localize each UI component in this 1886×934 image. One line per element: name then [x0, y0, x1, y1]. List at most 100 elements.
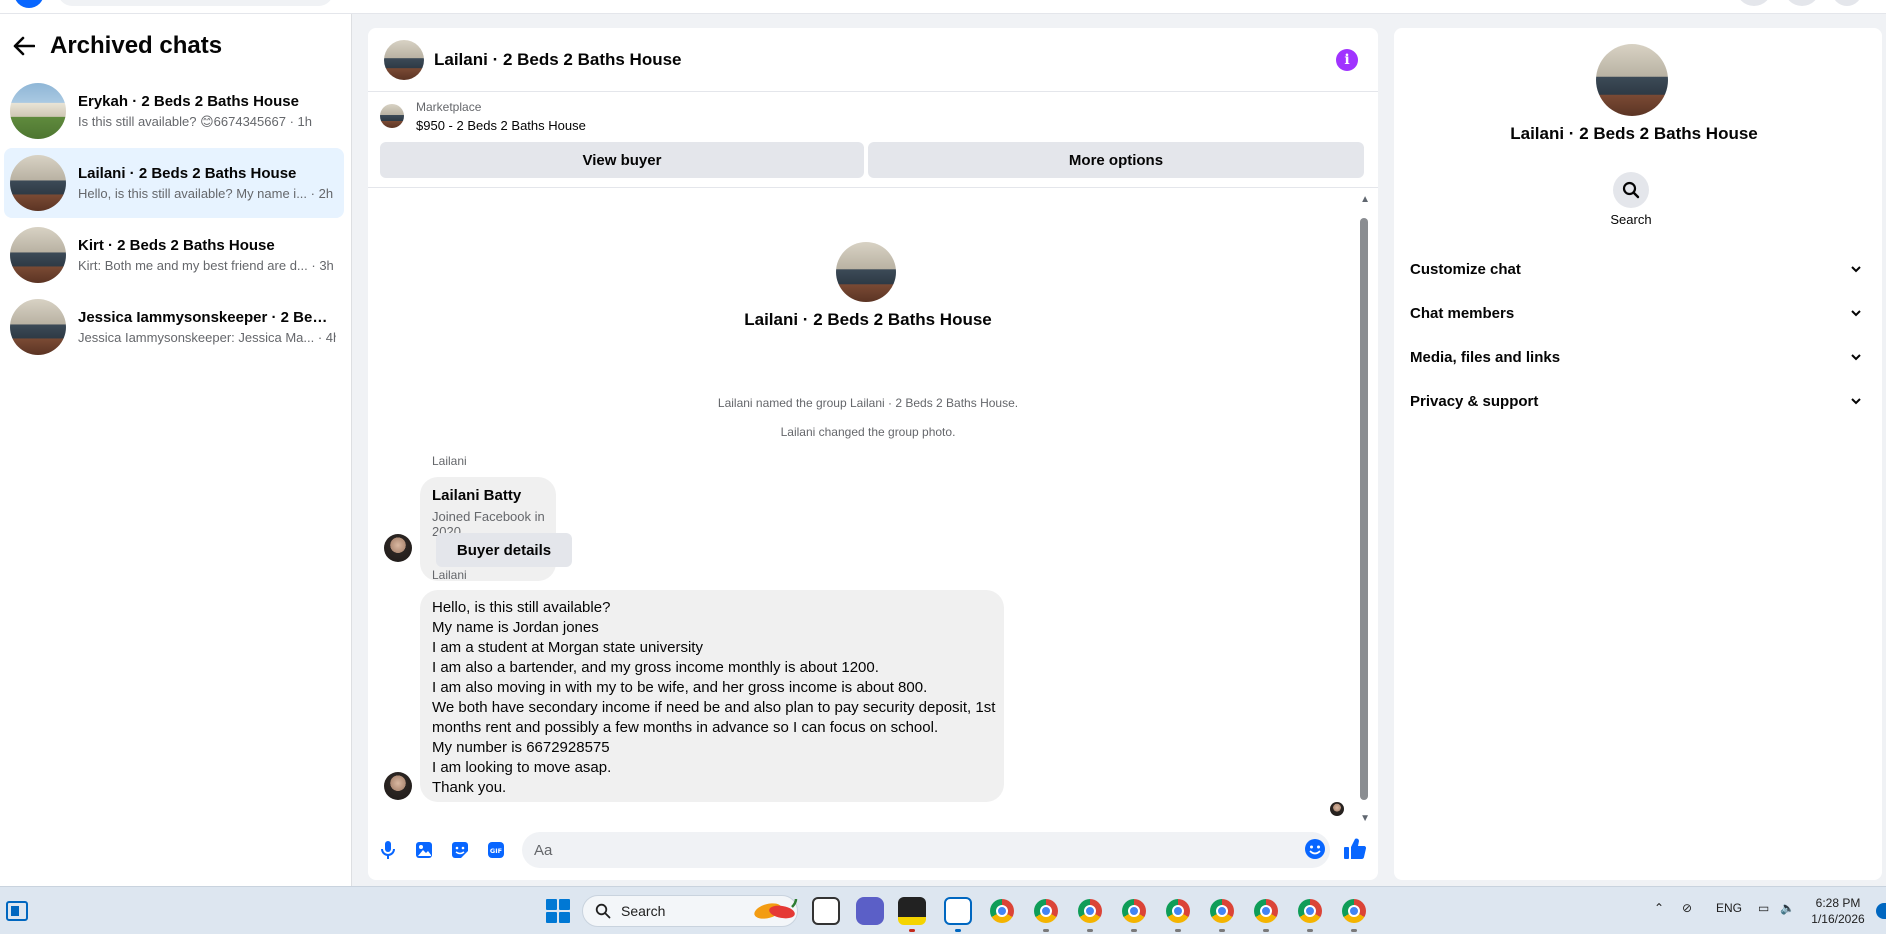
info-icon[interactable]: i: [1336, 49, 1358, 71]
seen-receipt-avatar: [1330, 802, 1344, 816]
media-files-links-section[interactable]: Media, files and links: [1410, 337, 1862, 377]
language-indicator[interactable]: ENG: [1716, 901, 1742, 915]
message-line: I am also moving in with my to be wife, …: [432, 679, 928, 696]
running-indicator: [955, 929, 961, 932]
message-line: I am looking to move asap.: [432, 759, 612, 776]
chrome-profile-icon[interactable]: [1342, 899, 1366, 923]
chat-info-avatar[interactable]: [1596, 44, 1668, 116]
volume-icon[interactable]: 🔈: [1780, 901, 1795, 915]
running-indicator: [1307, 929, 1313, 932]
chevron-down-icon: [1850, 304, 1862, 322]
running-indicator: [1175, 929, 1181, 932]
sticky-notes-icon[interactable]: [898, 897, 926, 925]
conversation-panel: Lailani · 2 Beds 2 Baths House i Marketp…: [368, 28, 1378, 880]
customize-chat-section[interactable]: Customize chat: [1410, 249, 1862, 289]
widgets-icon[interactable]: [6, 901, 28, 921]
system-message: Lailani named the group Lailani · 2 Beds…: [717, 396, 1019, 410]
chevron-down-icon: [1850, 392, 1862, 410]
message-thread: ▲ ▼ Lailani · 2 Beds 2 Baths House Laila…: [368, 190, 1378, 824]
notifications-icon[interactable]: [1832, 0, 1862, 6]
search-icon[interactable]: [1613, 172, 1649, 208]
scroll-up-arrow-icon[interactable]: ▲: [1360, 194, 1370, 205]
intro-name: Lailani · 2 Beds 2 Baths House: [744, 310, 992, 329]
facebook-search-input[interactable]: [58, 0, 333, 6]
sender-avatar[interactable]: [384, 534, 412, 562]
running-indicator: [1263, 929, 1269, 932]
listing-thumbnail[interactable]: [380, 104, 404, 128]
chat-members-section[interactable]: Chat members: [1410, 293, 1862, 333]
section-label: Chat members: [1410, 304, 1515, 322]
more-options-button[interactable]: More options: [868, 142, 1364, 178]
buyer-details-button[interactable]: Buyer details: [436, 533, 572, 567]
chevron-up-icon[interactable]: ⌃: [1654, 901, 1664, 915]
start-button-icon[interactable]: [546, 899, 570, 923]
scrollbar-thumb[interactable]: [1360, 218, 1368, 800]
taskbar-clock[interactable]: 6:28 PM 1/16/2026: [1808, 895, 1868, 927]
privacy-support-section[interactable]: Privacy & support: [1410, 381, 1862, 421]
conversation-title[interactable]: Lailani · 2 Beds 2 Baths House: [434, 50, 682, 70]
conversation-avatar[interactable]: [384, 39, 424, 80]
section-label: Customize chat: [1410, 260, 1521, 278]
chrome-icon[interactable]: [990, 899, 1014, 923]
snipping-tool-icon[interactable]: [944, 897, 972, 925]
archived-chats-panel: Archived chats Erykah · 2 Beds 2 Baths H…: [0, 14, 352, 886]
avatar: [10, 83, 66, 139]
network-off-icon[interactable]: ⊘: [1682, 901, 1692, 915]
gif-icon[interactable]: GIF: [484, 838, 508, 862]
clock-time: 6:28 PM: [1815, 896, 1861, 910]
emoji-icon[interactable]: [1304, 838, 1326, 860]
sender-name: Lailani: [432, 454, 467, 468]
chat-list: Erykah · 2 Beds 2 Baths House Is this st…: [4, 76, 344, 364]
view-buyer-button[interactable]: View buyer: [380, 142, 864, 178]
marketplace-label: Marketplace: [416, 100, 482, 114]
chevron-down-icon: [1850, 260, 1862, 278]
svg-text:GIF: GIF: [490, 847, 502, 855]
message-line: We both have secondary income if need be…: [432, 699, 996, 716]
chat-info-name: Lailani · 2 Beds 2 Baths House: [1510, 124, 1758, 143]
message-input[interactable]: [522, 832, 1330, 868]
search-label: Search: [1610, 212, 1652, 227]
photo-icon[interactable]: [412, 838, 436, 862]
taskbar-search-label: Search: [621, 903, 666, 919]
chrome-profile-icon[interactable]: [1078, 899, 1102, 923]
scroll-down-arrow-icon[interactable]: ▼: [1360, 813, 1370, 824]
avatar: [10, 227, 66, 283]
display-icon[interactable]: ▭: [1758, 901, 1769, 915]
listing-title[interactable]: $950 - 2 Beds 2 Baths House: [416, 118, 586, 133]
microphone-icon[interactable]: [376, 838, 400, 862]
chrome-profile-icon[interactable]: [1210, 899, 1234, 923]
windows-taskbar: Search ⌃ ⊘ ENG ▭ 🔈 6:28 PM 1/16/2026: [0, 886, 1886, 934]
intro-avatar: [836, 242, 896, 302]
sender-avatar[interactable]: [384, 772, 412, 800]
search-highlight-pepper-icon: [750, 897, 798, 923]
back-arrow-icon[interactable]: [12, 34, 36, 58]
section-label: Media, files and links: [1410, 348, 1561, 366]
messenger-icon[interactable]: [1784, 0, 1820, 6]
thumbs-up-icon[interactable]: [1342, 836, 1370, 864]
menu-icon[interactable]: [1736, 0, 1772, 6]
avatar: [10, 155, 66, 211]
archived-chats-header: Archived chats: [12, 26, 222, 66]
teams-icon[interactable]: [856, 897, 884, 925]
notification-icon[interactable]: [1876, 903, 1886, 919]
chrome-profile-icon[interactable]: [1166, 899, 1190, 923]
chat-item-jessica[interactable]: Jessica Iammysonskeeper · 2 Beds ... Jes…: [4, 292, 344, 362]
message-line: I am a student at Morgan state universit…: [432, 639, 703, 656]
chat-item-kirt[interactable]: Kirt · 2 Beds 2 Baths House Kirt: Both m…: [4, 220, 344, 290]
chrome-profile-icon[interactable]: [1298, 899, 1322, 923]
chrome-profile-icon[interactable]: [1254, 899, 1278, 923]
chat-name: Erykah · 2 Beds 2 Baths House: [78, 92, 299, 110]
chrome-profile-icon[interactable]: [1122, 899, 1146, 923]
avatar: [10, 299, 66, 355]
clock-date: 1/16/2026: [1811, 912, 1865, 926]
facebook-logo-icon[interactable]: [14, 0, 44, 8]
task-view-icon[interactable]: [812, 897, 840, 925]
marketplace-banner: Marketplace $950 - 2 Beds 2 Baths House …: [368, 92, 1378, 188]
chat-item-lailani[interactable]: Lailani · 2 Beds 2 Baths House Hello, is…: [4, 148, 344, 218]
sticker-icon[interactable]: [448, 838, 472, 862]
chat-preview: Jessica Iammysonskeeper: Jessica Ma... ·…: [78, 330, 336, 345]
system-message: Lailani changed the group photo.: [780, 425, 956, 439]
chat-item-erykah[interactable]: Erykah · 2 Beds 2 Baths House Is this st…: [4, 76, 344, 146]
archived-chats-title: Archived chats: [50, 32, 223, 59]
chrome-profile-icon[interactable]: [1034, 899, 1058, 923]
